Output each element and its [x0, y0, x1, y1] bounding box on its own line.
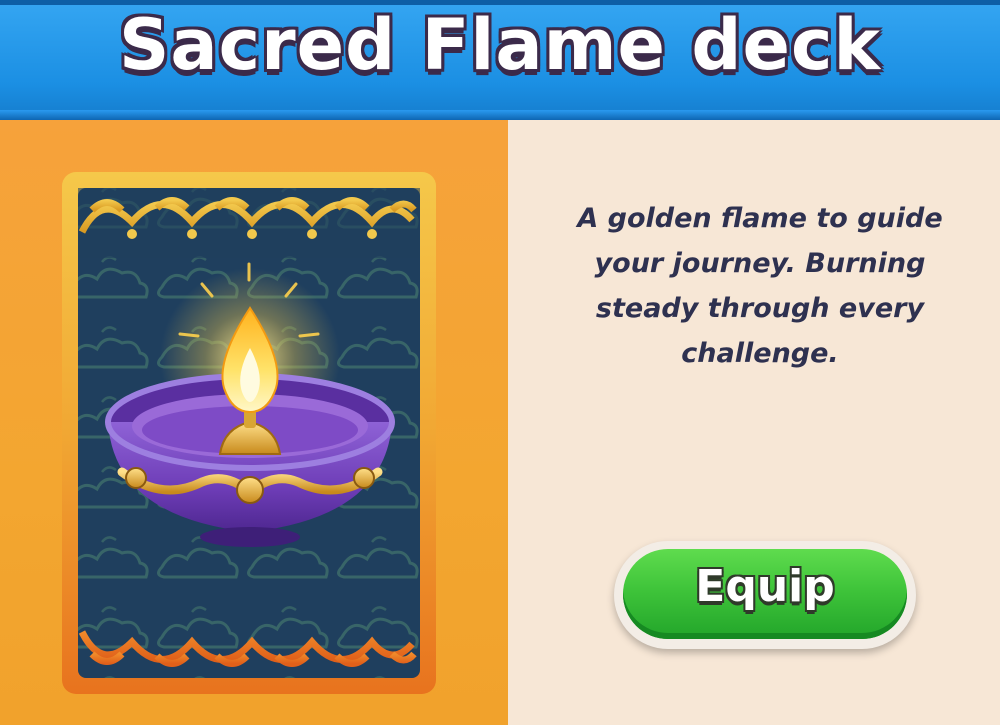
equip-button-label: Equip: [695, 561, 835, 612]
header-bar: Sacred Flame deck: [0, 0, 1000, 120]
deck-description: A golden flame to guide your journey. Bu…: [577, 203, 943, 369]
equip-button-face[interactable]: Equip: [623, 549, 907, 639]
equip-button[interactable]: Equip: [614, 541, 916, 649]
page-title: Sacred Flame deck: [118, 4, 882, 86]
header-rim: [0, 110, 1000, 120]
deck-card: [62, 172, 436, 694]
